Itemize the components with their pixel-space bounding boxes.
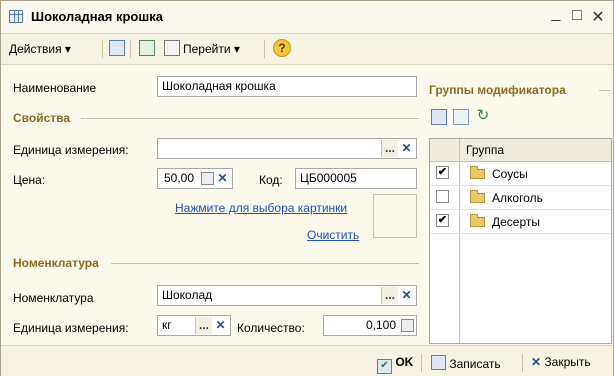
catalog-icon <box>9 10 23 23</box>
refresh-icon[interactable] <box>139 40 155 56</box>
quantity-label: Количество: <box>237 321 305 335</box>
table-row[interactable]: ✔ Соусы <box>430 162 611 186</box>
row-checkbox[interactable]: ✔ <box>436 166 449 179</box>
folder-icon <box>470 190 485 203</box>
modifier-groups-section: Группы модификатора <box>429 83 566 97</box>
save-button[interactable]: Записать <box>431 355 501 371</box>
toolbar-separator <box>522 354 523 372</box>
unit2-select-button[interactable]: ... <box>195 317 212 334</box>
ok-button[interactable]: ✔ OK <box>377 355 413 374</box>
folder-icon <box>470 166 485 179</box>
title-bar: Шоколадная крошка _ □ ✕ <box>1 1 613 34</box>
nomenclature-clear-button[interactable]: ✕ <box>398 287 415 304</box>
help-icon[interactable]: ? <box>273 39 291 57</box>
goto-menu[interactable]: Перейти ▾ <box>183 40 240 58</box>
section-divider <box>81 118 419 119</box>
toolbar-separator <box>264 40 265 58</box>
column-header-group: Группа <box>466 143 505 157</box>
actions-menu[interactable]: Действия ▾ <box>9 40 71 58</box>
row-checkbox[interactable] <box>436 190 449 203</box>
toolbar: Действия ▾ Перейти ▾ ? <box>1 34 613 65</box>
clear-image-link[interactable]: Очистить <box>307 228 359 242</box>
price-label: Цена: <box>13 173 46 187</box>
name-input[interactable]: Шоколадная крошка <box>157 76 417 97</box>
row-label: Десерты <box>492 215 541 229</box>
nomenclature-section: Номенклатура <box>13 256 99 270</box>
code-input[interactable]: ЦБ000005 <box>295 168 417 189</box>
properties-section: Свойства <box>13 111 71 125</box>
window: Шоколадная крошка _ □ ✕ Действия ▾ Перей… <box>0 0 614 376</box>
modifier-groups-table: Группа ✔ Соусы Алкоголь ✔ Десерты <box>429 138 612 344</box>
nomenclature-select-button[interactable]: ... <box>381 287 398 304</box>
unit2-clear-button[interactable]: ✕ <box>212 317 229 334</box>
window-title: Шоколадная крошка <box>31 9 163 24</box>
calculator-icon[interactable] <box>201 172 214 185</box>
refresh-icon[interactable]: ↻ <box>475 108 491 125</box>
unit-select-button[interactable]: ... <box>381 140 398 157</box>
unit-clear-button[interactable]: ✕ <box>398 140 415 157</box>
table-header: Группа <box>430 139 611 162</box>
unit-input[interactable]: ... ✕ <box>157 138 417 159</box>
section-divider <box>599 90 611 91</box>
toolbar-separator <box>130 40 131 58</box>
name-label: Наименование <box>13 81 97 95</box>
image-preview[interactable] <box>373 194 417 238</box>
close-button[interactable]: ✕ Закрыть <box>531 355 591 369</box>
toolbar-separator <box>102 40 103 58</box>
folder-icon <box>470 214 485 227</box>
bottom-bar: ✔ OK Записать ✕ Закрыть <box>1 345 613 376</box>
unit2-label: Единица измерения: <box>13 321 129 335</box>
price-input[interactable]: 50,00 ✕ <box>157 168 233 189</box>
minimize-button[interactable]: _ <box>547 5 565 23</box>
row-label: Алкоголь <box>492 191 543 205</box>
section-divider <box>111 263 419 264</box>
save-and-close-icon[interactable] <box>109 40 125 56</box>
close-window-button[interactable]: ✕ <box>589 7 607 27</box>
unit-label: Единица измерения: <box>13 143 129 157</box>
close-icon: ✕ <box>531 355 542 369</box>
quantity-input[interactable]: 0,100 <box>323 315 417 336</box>
toolbar-separator <box>421 354 422 372</box>
table-row[interactable]: ✔ Десерты <box>430 210 611 234</box>
nomenclature-label: Номенклатура <box>13 291 94 305</box>
code-label: Код: <box>259 173 283 187</box>
pick-image-link[interactable]: Нажмите для выбора картинки <box>175 201 347 215</box>
maximize-button[interactable]: □ <box>568 7 586 25</box>
row-checkbox[interactable]: ✔ <box>436 214 449 227</box>
table-row[interactable]: Алкоголь <box>430 186 611 210</box>
unit2-input[interactable]: кг ... ✕ <box>157 315 231 336</box>
price-clear-button[interactable]: ✕ <box>214 170 231 187</box>
ok-icon: ✔ <box>377 359 392 374</box>
row-label: Соусы <box>492 167 528 181</box>
select-all-icon[interactable] <box>431 109 447 125</box>
floppy-icon <box>431 355 446 370</box>
document-icon[interactable] <box>164 40 180 56</box>
nomenclature-input[interactable]: Шоколад ... ✕ <box>157 285 417 306</box>
calculator-icon[interactable] <box>401 319 414 332</box>
deselect-all-icon[interactable] <box>453 109 469 125</box>
